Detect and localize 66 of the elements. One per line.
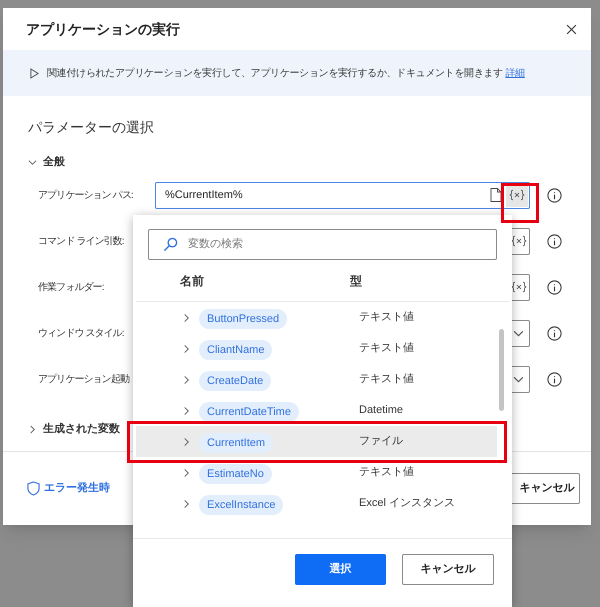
general-group-toggle[interactable]: 全般	[28, 152, 566, 172]
chevron-right-icon	[182, 344, 191, 354]
column-header: 型	[350, 272, 362, 290]
play-icon	[30, 68, 39, 78]
variable-row[interactable]: ExcelInstance Excel インスタンス	[136, 488, 497, 519]
search-field[interactable]: 変数の検索	[148, 229, 497, 260]
type-text: テキスト値	[359, 341, 414, 356]
parameter-label: 作業フォルダー:	[38, 280, 105, 294]
input-field[interactable]: %CurrentItem%	[155, 182, 530, 208]
chevron-down-icon	[28, 158, 37, 166]
type-text: Excel インスタンス	[359, 496, 455, 512]
parameter-label: アプリケーション パス:	[38, 188, 134, 202]
parameter-label: ウィンドウ スタイル:	[38, 326, 125, 340]
details-link[interactable]: 詳細	[505, 68, 525, 78]
search-icon	[163, 237, 178, 252]
variable-row[interactable]: EstimateNo テキスト値	[136, 457, 497, 488]
info-icon[interactable]	[547, 280, 562, 294]
close-icon[interactable]	[566, 24, 577, 34]
shield-icon	[27, 481, 40, 496]
variable-icon	[510, 235, 526, 247]
type-text: Datetime	[359, 403, 404, 418]
variable-chip: ExcelInstance	[199, 494, 284, 515]
cancel-button[interactable]: キャンセル	[510, 473, 580, 504]
variable-row[interactable]: CreateDate テキスト値	[136, 364, 497, 395]
error-handling-link[interactable]: エラー発生時	[27, 480, 110, 497]
highlight-frame	[501, 183, 539, 223]
chevron-right-icon	[182, 468, 191, 478]
info-icon[interactable]	[547, 326, 562, 340]
chevron-right-icon	[182, 312, 191, 322]
variable-chip: CurrentDateTime	[199, 402, 299, 422]
info-icon[interactable]	[547, 372, 562, 386]
variable-chip: CliantName	[199, 340, 272, 360]
type-text: テキスト値	[359, 372, 414, 388]
type-text: ファイル	[359, 434, 403, 450]
parameter-label: コマンド ライン引数:	[38, 234, 125, 248]
variable-chip: CreateDate	[199, 370, 272, 391]
variables-group-toggle[interactable]: 生成された変数	[28, 419, 120, 439]
variable-chip: ButtonPressed	[199, 308, 288, 329]
variable-row[interactable]: ButtonPressed テキスト値	[136, 302, 497, 333]
info-icon[interactable]	[547, 188, 562, 202]
cancel-button[interactable]: キャンセル	[402, 554, 494, 585]
chevron-right-icon	[182, 374, 191, 384]
search-input[interactable]: 変数の検索	[188, 236, 496, 253]
type-text: テキスト値	[359, 465, 414, 480]
chevron-right-icon	[182, 406, 191, 416]
column-header: 名前	[180, 272, 205, 290]
variable-chip: EstimateNo	[199, 464, 272, 484]
chevron-right-icon	[28, 424, 37, 434]
variable-row[interactable]: CurrentItem ファイル	[136, 426, 497, 457]
variable-icon	[510, 281, 526, 293]
info-icon[interactable]	[547, 234, 562, 248]
parameter-label: アプリケーション起動	[38, 372, 130, 386]
chevron-right-icon	[182, 436, 191, 446]
field-value: %CurrentItem%	[164, 188, 244, 203]
variable-chip: CurrentItem	[199, 432, 274, 453]
section-title: パラメーターの選択	[28, 118, 155, 136]
variable-row[interactable]: CurrentDateTime Datetime	[136, 395, 497, 426]
type-text: テキスト値	[359, 310, 414, 326]
dialog-title: アプリケーションの実行	[26, 20, 180, 38]
variable-row[interactable]: CliantName テキスト値	[136, 333, 497, 364]
variable-icon	[509, 189, 525, 201]
chevron-right-icon	[182, 498, 191, 508]
description-text: 関連付けられたアプリケーションを実行して、アプリケーションを実行するか、ドキュメントを開きます 詳細	[47, 66, 525, 80]
select-button[interactable]: 選択	[295, 554, 386, 585]
scrollbar[interactable]	[499, 329, 504, 411]
file-icon[interactable]	[490, 188, 502, 202]
